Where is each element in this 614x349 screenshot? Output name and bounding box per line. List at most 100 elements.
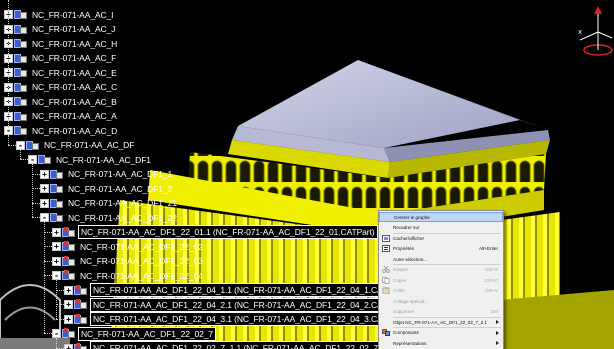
expand-icon[interactable]: + xyxy=(40,184,49,193)
product-icon[interactable] xyxy=(62,328,76,339)
collapse-icon[interactable]: - xyxy=(40,213,49,222)
tree-node-label[interactable]: NC_FR-071-AA_AC_DF xyxy=(42,139,136,151)
context-menu-item[interactable]: Collage spécial... xyxy=(379,296,503,306)
tree-node[interactable]: - NC_FR-071-AA_AC_DF1_22_04 xyxy=(52,269,205,282)
tree-node[interactable]: + NC_FR-071-AA_AC_C xyxy=(4,81,119,94)
context-menu-item[interactable]: Propriétés Alt+Enter xyxy=(379,244,503,254)
tree-node-label[interactable]: NC_FR-071-AA_AC_DF1_22_04_3.1 (NC_FR-071… xyxy=(90,312,409,326)
tree-node-label[interactable]: NC_FR-071-AA_AC_F xyxy=(30,52,118,64)
tree-node[interactable]: + NC_FR-071-AA_AC_J xyxy=(4,23,117,36)
product-icon[interactable] xyxy=(14,96,28,107)
context-menu-item[interactable]: Copier Ctrl+C xyxy=(379,275,503,285)
expand-icon[interactable]: + xyxy=(52,227,61,237)
tree-node[interactable]: + NC_FR-071-AA_AC_A xyxy=(4,110,119,123)
tree-node-label[interactable]: NC_FR-071-AA_AC_DF1_2 xyxy=(66,183,174,195)
collapse-icon[interactable]: - xyxy=(52,271,61,280)
context-menu-item[interactable]: Centrer le graphe xyxy=(379,212,503,222)
tree-node[interactable]: + NC_FR-071-AA_AC_DF1_2 xyxy=(40,182,174,195)
expand-icon[interactable]: + xyxy=(40,169,49,179)
product-icon[interactable] xyxy=(14,67,28,78)
tree-node[interactable]: + NC_FR-071-AA_AC_DF1_22_02 xyxy=(52,240,205,253)
context-menu-item[interactable]: Autre sélection... xyxy=(379,254,503,264)
tree-node-label[interactable]: NC_FR-071-AA_AC_DF1_21 xyxy=(66,197,179,209)
collapse-icon[interactable]: - xyxy=(16,140,25,150)
product-icon[interactable] xyxy=(50,169,64,180)
tree-node[interactable]: + NC_FR-071-AA_AC_DF1_22_03 xyxy=(52,255,205,268)
tree-node-label[interactable]: NC_FR-071-AA_AC_DF1_22_02_7_1.1 (NC_FR-0… xyxy=(90,341,382,349)
product-icon[interactable] xyxy=(62,241,76,252)
context-menu-item[interactable]: Objet NC_FR-071-AA_AC_DF1_22_02_7_2.1 xyxy=(379,317,503,327)
tree-node[interactable]: + NC_FR-071-AA_AC_E xyxy=(4,66,119,79)
tree-node[interactable]: - NC_FR-071-AA_AC_DF xyxy=(16,139,136,152)
product-icon[interactable] xyxy=(50,183,64,194)
product-icon[interactable] xyxy=(14,24,28,35)
tree-node-label[interactable]: NC_FR-071-AA_AC_DF1_22_04_2.1 (NC_FR-071… xyxy=(90,297,409,312)
tree-node[interactable]: - NC_FR-071-AA_AC_DF1 xyxy=(28,153,153,166)
product-icon[interactable] xyxy=(14,82,28,93)
tree-node-label[interactable]: NC_FR-071-AA_AC_C xyxy=(30,81,119,93)
product-icon[interactable] xyxy=(74,342,88,349)
tree-node[interactable]: - NC_FR-071-AA_AC_DF1_22_02_7 xyxy=(52,326,216,341)
expand-icon[interactable]: + xyxy=(52,242,61,251)
tree-node[interactable]: + NC_FR-071-AA_AC_DF1_22_01.1 (NC_FR-071-… xyxy=(52,225,378,239)
context-menu-item[interactable]: Recadrer sur xyxy=(379,223,503,233)
tree-node-label[interactable]: NC_FR-071-AA_AC_A xyxy=(30,110,119,122)
tree-node[interactable]: + NC_FR-071-AA_AC_B xyxy=(4,95,119,108)
product-icon[interactable] xyxy=(14,38,28,49)
tree-node-label[interactable]: NC_FR-071-AA_AC_DF1_22_04 xyxy=(78,270,205,282)
product-icon[interactable] xyxy=(14,9,28,20)
3d-viewport[interactable]: x + NC_FR-071-AA_AC_I + NC_FR-071-AA_AC_J + N… xyxy=(0,0,614,349)
tree-node[interactable]: - NC_FR-071-AA_AC_DF1_22 xyxy=(40,211,179,224)
expand-icon[interactable]: + xyxy=(64,343,73,349)
product-icon[interactable] xyxy=(14,125,28,136)
tree-node[interactable]: + NC_FR-071-AA_AC_DF1_22_04_2.1 (NC_FR-07… xyxy=(64,297,409,312)
product-icon[interactable] xyxy=(62,270,76,281)
context-menu-item[interactable]: Supprimer Del xyxy=(379,307,503,317)
tree-node-label[interactable]: NC_FR-071-AA_AC_B xyxy=(30,96,119,108)
expand-icon[interactable]: + xyxy=(40,198,49,208)
product-icon[interactable] xyxy=(74,284,88,296)
product-icon[interactable] xyxy=(50,212,64,223)
compass-widget[interactable]: x xyxy=(574,6,614,60)
tree-node[interactable]: + NC_FR-071-AA_AC_DF1_22_04_3.1 (NC_FR-07… xyxy=(64,312,409,326)
tree-node-label[interactable]: NC_FR-071-AA_AC_DF1_22_04_1.1 (NC_FR-071… xyxy=(90,283,409,297)
tree-node-label[interactable]: NC_FR-071-AA_AC_DF1 xyxy=(54,154,153,166)
tree-node-label[interactable]: NC_FR-071-AA_AC_DF1_22 xyxy=(66,212,179,224)
tree-node[interactable]: + NC_FR-071-AA_AC_DF1_21 xyxy=(40,197,179,210)
expand-icon[interactable]: + xyxy=(64,285,73,295)
tree-node-label[interactable]: NC_FR-071-AA_AC_DF1_22_03 xyxy=(78,255,205,267)
collapse-icon[interactable]: - xyxy=(28,155,37,164)
tree-node[interactable]: + NC_FR-071-AA_AC_DF1_22_04_1.1 (NC_FR-07… xyxy=(64,283,409,297)
product-icon[interactable] xyxy=(26,140,40,151)
product-icon[interactable] xyxy=(38,154,52,165)
tree-node-label[interactable]: NC_FR-071-AA_AC_DF1_22_02_7 xyxy=(78,326,216,341)
context-menu-item[interactable]: Représentations xyxy=(379,338,503,348)
tree-node[interactable]: + NC_FR-071-AA_AC_DF1_1 xyxy=(40,168,174,181)
tree-node-label[interactable]: NC_FR-071-AA_AC_D xyxy=(30,125,119,137)
tree-node-label[interactable]: NC_FR-071-AA_AC_DF1_1 xyxy=(66,168,174,180)
collapse-icon[interactable]: - xyxy=(52,329,61,338)
context-menu-item[interactable]: Couper Ctrl+X xyxy=(379,265,503,275)
product-icon[interactable] xyxy=(74,313,88,325)
product-icon[interactable] xyxy=(50,198,64,209)
product-icon[interactable] xyxy=(74,299,88,310)
expand-icon[interactable]: + xyxy=(64,300,73,309)
tree-node-label[interactable]: NC_FR-071-AA_AC_DF1_22_01.1 (NC_FR-071-A… xyxy=(78,225,378,239)
product-icon[interactable] xyxy=(14,111,28,122)
tree-node[interactable]: + NC_FR-071-AA_AC_F xyxy=(4,52,118,65)
tree-node[interactable]: + NC_FR-071-AA_AC_DF1_22_02_7_1.1 (NC_FR-… xyxy=(64,341,382,349)
tree-node-label[interactable]: NC_FR-071-AA_AC_J xyxy=(30,23,117,35)
expand-icon[interactable]: + xyxy=(64,314,73,324)
product-icon[interactable] xyxy=(62,255,76,267)
expand-icon[interactable]: + xyxy=(52,256,61,266)
product-icon[interactable] xyxy=(14,53,28,64)
tree-node[interactable]: + NC_FR-071-AA_AC_I xyxy=(4,8,115,21)
tree-node[interactable]: + NC_FR-071-AA_AC_H xyxy=(4,37,119,50)
tree-node[interactable]: - NC_FR-071-AA_AC_D xyxy=(4,124,119,137)
tree-node-label[interactable]: NC_FR-071-AA_AC_DF1_22_02 xyxy=(78,241,205,253)
context-menu-item[interactable]: Composants xyxy=(379,328,503,338)
context-menu-item[interactable]: Cacher/afficher xyxy=(379,233,503,243)
tree-node-label[interactable]: NC_FR-071-AA_AC_I xyxy=(30,9,115,21)
tree-node-label[interactable]: NC_FR-071-AA_AC_H xyxy=(30,38,119,50)
tree-node-label[interactable]: NC_FR-071-AA_AC_E xyxy=(30,67,119,79)
